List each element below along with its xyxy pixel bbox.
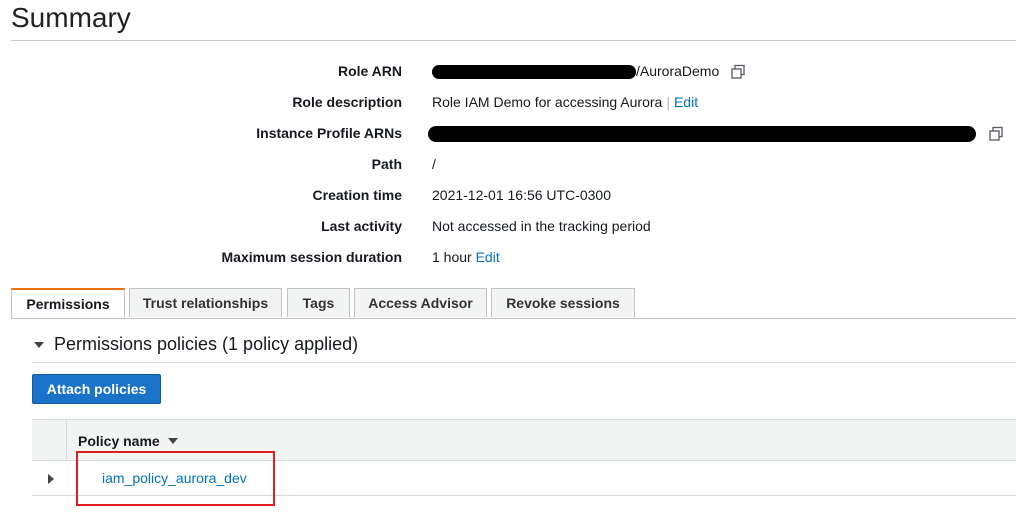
permissions-policies-header[interactable]: Permissions policies (1 policy applied) <box>34 334 358 355</box>
sort-caret-icon[interactable] <box>167 438 178 444</box>
row-path: Path / <box>0 153 1016 177</box>
tab-tags[interactable]: Tags <box>287 288 350 317</box>
role-description-value: Role IAM Demo for accessing Aurora | Edit <box>432 94 698 110</box>
row-max-session-duration: Maximum session duration 1 hour Edit <box>0 246 1016 270</box>
row-last-activity: Last activity Not accessed in the tracki… <box>0 215 1016 239</box>
role-arn-label: Role ARN <box>337 63 402 79</box>
policy-link[interactable]: iam_policy_aurora_dev <box>102 470 247 486</box>
role-description-text: Role IAM Demo for accessing Aurora <box>432 94 663 110</box>
edit-description-link[interactable]: Edit <box>674 94 698 110</box>
creation-time-value: 2021-12-01 16:56 UTC-0300 <box>432 187 612 203</box>
row-role-description: Role description Role IAM Demo for acces… <box>0 91 1016 115</box>
max-session-value: 1 hour Edit <box>432 249 500 265</box>
tab-access-advisor[interactable]: Access Advisor <box>354 288 487 317</box>
row-instance-profile-arns: Instance Profile ARNs <box>0 122 1016 146</box>
policies-table: Policy name iam_policy_aurora_dev <box>32 419 1016 499</box>
title-divider <box>11 40 1016 41</box>
instance-profile-arns-label: Instance Profile ARNs <box>256 125 402 141</box>
page-title: Summary <box>11 2 131 33</box>
role-arn-value: /AuroraDemo <box>432 63 720 80</box>
tabs-divider <box>11 318 1016 319</box>
section-title: Permissions policies (1 policy applied) <box>54 334 359 354</box>
section-divider <box>32 362 1016 363</box>
column-divider <box>66 420 67 461</box>
expand-caret-icon[interactable] <box>48 474 54 484</box>
copy-icon[interactable] <box>988 126 1004 142</box>
caret-down-icon[interactable] <box>34 341 44 348</box>
max-session-text: 1 hour <box>432 249 472 265</box>
tab-permissions[interactable]: Permissions <box>11 288 125 319</box>
redacted-arn-block <box>432 65 636 80</box>
instance-profile-arns-value <box>428 125 976 143</box>
role-description-label: Role description <box>292 94 402 110</box>
row-role-arn: Role ARN /AuroraDemo <box>0 60 1016 84</box>
edit-session-link[interactable]: Edit <box>476 249 500 265</box>
role-arn-suffix: /AuroraDemo <box>636 63 720 79</box>
table-row: iam_policy_aurora_dev <box>32 461 1016 496</box>
column-header-policy-name[interactable]: Policy name <box>78 433 178 449</box>
column-header-label: Policy name <box>78 433 160 449</box>
separator: | <box>666 94 670 110</box>
tab-trust-relationships[interactable]: Trust relationships <box>129 288 282 317</box>
last-activity-label: Last activity <box>321 218 402 234</box>
creation-time-label: Creation time <box>312 187 402 203</box>
path-label: Path <box>371 156 402 172</box>
max-session-label: Maximum session duration <box>221 249 402 265</box>
last-activity-value: Not accessed in the tracking period <box>432 218 651 234</box>
attach-policies-button[interactable]: Attach policies <box>32 374 161 404</box>
table-header: Policy name <box>32 419 1016 461</box>
copy-icon[interactable] <box>730 64 746 80</box>
path-value: / <box>432 156 436 172</box>
row-creation-time: Creation time 2021-12-01 16:56 UTC-0300 <box>0 184 1016 208</box>
tab-revoke-sessions[interactable]: Revoke sessions <box>491 288 635 317</box>
redacted-arn-block <box>428 126 976 143</box>
